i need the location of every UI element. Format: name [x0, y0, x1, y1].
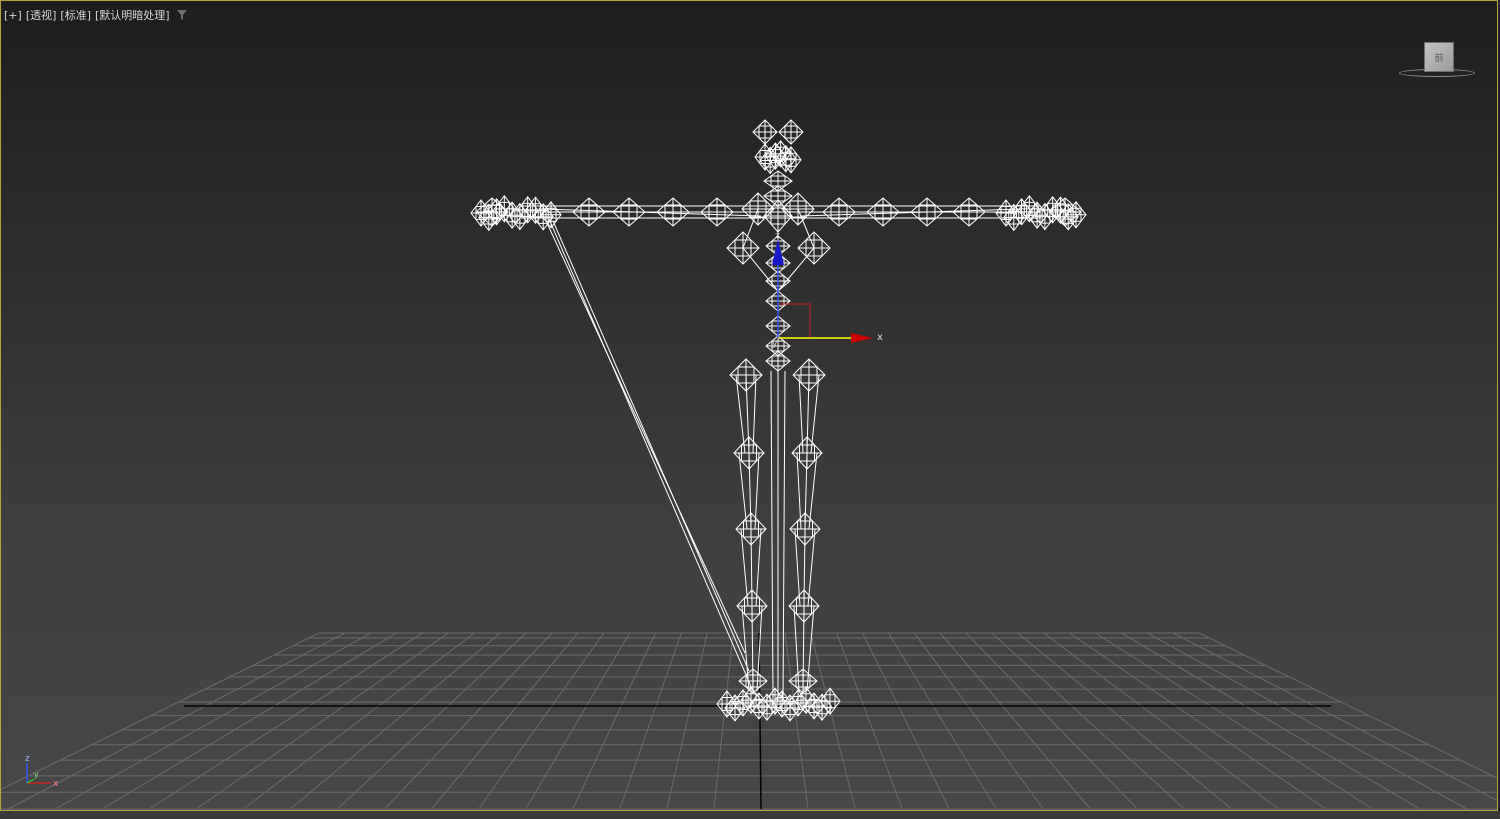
ground-grid — [1, 632, 1497, 810]
axis-tripod: z x y — [25, 754, 59, 789]
viewcube-front-face[interactable]: 前 — [1424, 42, 1454, 72]
tripod-z-label: z — [25, 754, 30, 764]
gizmo-x-label: x — [877, 332, 883, 343]
tripod-x-label: x — [53, 779, 59, 789]
perspective-viewport[interactable]: [+] [透视] [标准] [默认明暗处理] x z y z x y 前 — [0, 0, 1498, 811]
ground-grid-center-lines — [184, 632, 1331, 810]
gizmo-x-arrow[interactable] — [851, 333, 873, 343]
viewcube[interactable]: 前 — [1397, 39, 1477, 81]
viewport-bottom-strip — [0, 811, 1500, 819]
transform-gizmo[interactable]: x z y — [772, 231, 883, 349]
gizmo-y-label: y — [772, 339, 778, 349]
gizmo-z-label: z — [775, 231, 780, 241]
biped-skeleton[interactable] — [470, 119, 1087, 722]
tripod-y-label: y — [34, 770, 39, 779]
scene-canvas[interactable]: x z y z x y — [1, 1, 1498, 811]
